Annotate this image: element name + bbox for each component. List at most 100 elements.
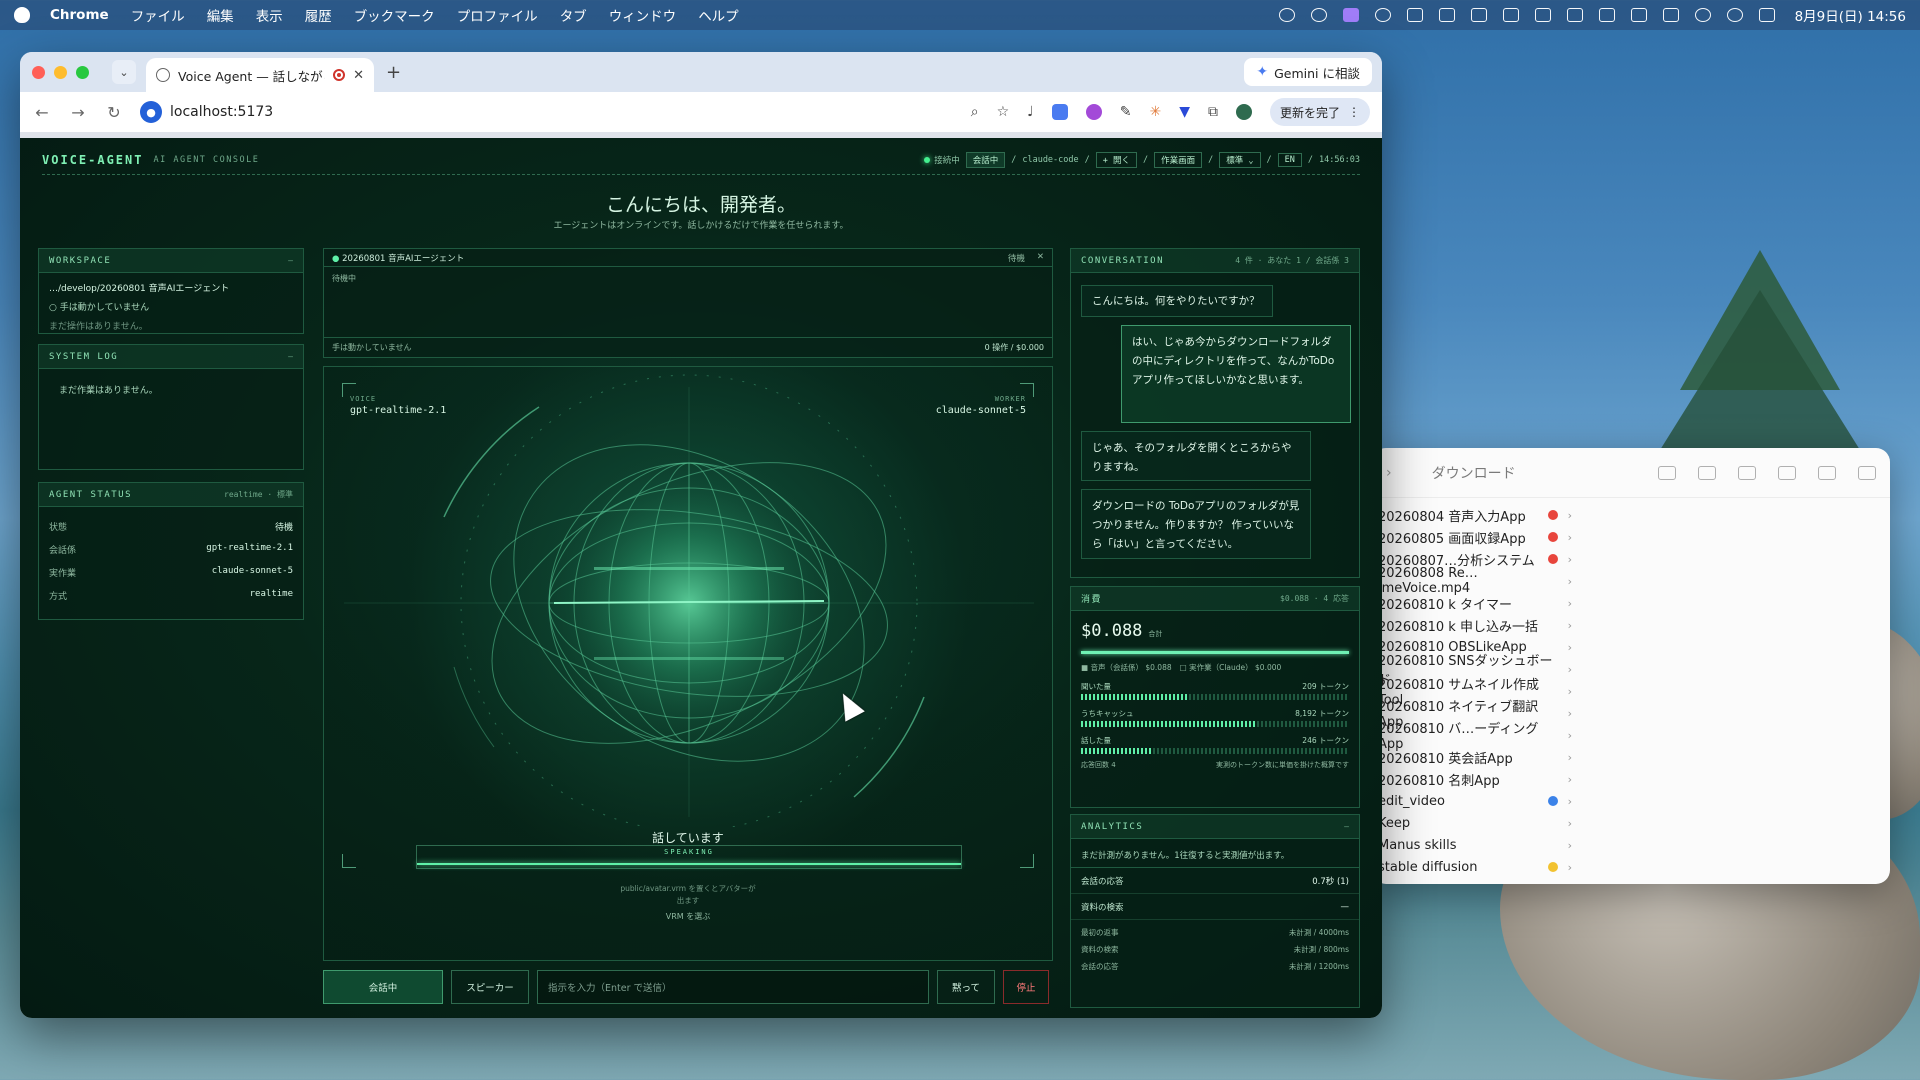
finder-item[interactable]: Keep › <box>1372 812 1572 834</box>
search-icon[interactable] <box>1726 8 1743 22</box>
back-icon[interactable]: ← <box>32 103 52 122</box>
battery-icon[interactable] <box>1662 8 1679 22</box>
display-icon[interactable] <box>1438 8 1455 22</box>
finder-item[interactable]: 20260808 Re…imeVoice.mp4 › <box>1372 566 1572 596</box>
close-window-button[interactable] <box>32 65 45 79</box>
wifi-icon[interactable] <box>1694 8 1711 22</box>
menu-app-name[interactable]: Chrome <box>50 7 109 23</box>
status-icon-2[interactable] <box>1310 8 1327 22</box>
minimize-window-button[interactable] <box>54 65 67 79</box>
cost-panel: 消費 $0.088 · 4 応答 $0.088 合計 ■ 音声（会話係） $0.08… <box>1070 586 1360 808</box>
v-extension-icon[interactable]: ▼ <box>1179 104 1190 120</box>
metric-value: 0.7秒 (1) <box>1312 876 1349 887</box>
analytics-row: 会話の応答 0.7秒 (1) <box>1071 868 1359 894</box>
instruction-input[interactable]: 指示を入力（Enter で送信） <box>537 970 929 1004</box>
finder-item-name: 20260810 k 申し込み一括 <box>1378 619 1538 635</box>
mic-extension-icon[interactable]: ♩ <box>1027 104 1034 120</box>
menu-clock[interactable]: 8月9日(日) 14:56 <box>1795 5 1906 25</box>
update-button[interactable]: 更新を完了 ⋮ <box>1269 98 1370 126</box>
status-bar: 接続中 会話中 / claude-code / + 開く / 作業画面 / 標準… <box>924 152 1360 168</box>
microphone-icon[interactable]: ● <box>140 101 162 123</box>
finder-item[interactable]: 20260810 バ…ーディングApp › <box>1372 722 1572 752</box>
close-icon[interactable]: ✕ <box>1037 252 1044 264</box>
forward-icon[interactable]: → <box>68 103 88 122</box>
window-icon[interactable] <box>1598 8 1615 22</box>
group-icon[interactable] <box>1698 465 1716 480</box>
menu-item-edit[interactable]: 編集 <box>207 5 234 25</box>
menu-item-window[interactable]: ウィンドウ <box>609 5 677 25</box>
finder-item[interactable]: edit_video › <box>1372 790 1572 812</box>
finder-item[interactable]: stable diffusion › <box>1372 856 1572 878</box>
app-clock: 14:56:03 <box>1319 155 1360 165</box>
legend-voice-cost: ■ 音声（会話係） $0.088 <box>1081 663 1172 672</box>
control-center-icon[interactable] <box>1758 8 1775 22</box>
stop-button[interactable]: 停止 <box>1003 970 1049 1004</box>
apple-icon[interactable] <box>14 7 30 23</box>
tab-search-icon[interactable]: ⌄ <box>112 60 136 84</box>
talk-button[interactable]: 会話中 <box>323 970 443 1004</box>
work-screen-button[interactable]: 作業画面 <box>1154 152 1203 168</box>
screen-record-icon[interactable] <box>1342 8 1359 22</box>
finder-item[interactable]: 20260810 k 申し込み一括 › <box>1372 614 1572 636</box>
kebab-menu-icon[interactable]: ⋮ <box>1348 105 1360 119</box>
menu-item-help[interactable]: ヘルプ <box>698 5 739 25</box>
language-toggle[interactable]: EN <box>1277 153 1302 167</box>
greeting-title: こんにちは、開発者。 <box>605 194 796 216</box>
bookmark-star-icon[interactable]: ☆ <box>997 104 1010 120</box>
collapse-icon[interactable]: – <box>288 352 293 361</box>
finder-item[interactable]: 20260810 k タイマー › <box>1372 592 1572 614</box>
menu-item-history[interactable]: 履歴 <box>305 5 332 25</box>
status-icon-1[interactable] <box>1278 8 1295 22</box>
zoom-window-button[interactable] <box>76 65 89 79</box>
brightness-icon[interactable] <box>1374 8 1391 22</box>
translate-extension-icon[interactable] <box>1051 104 1068 120</box>
url-text[interactable]: localhost:5173 <box>170 104 273 120</box>
search-icon[interactable] <box>1858 465 1876 480</box>
finder-item[interactable]: 20260810 名刺App › <box>1372 768 1572 790</box>
menu-item-bookmarks[interactable]: ブックマーク <box>354 5 435 25</box>
silence-button[interactable]: 黙って <box>937 970 995 1004</box>
forward-icon[interactable]: › <box>1386 465 1392 481</box>
open-button[interactable]: + 開く <box>1095 152 1138 168</box>
divider <box>42 174 1360 175</box>
reload-icon[interactable]: ↻ <box>104 103 124 122</box>
finder-item[interactable]: 20260804 音声入力App › <box>1372 504 1572 526</box>
agent-status-row: 方式 realtime <box>49 584 293 607</box>
puzzle-icon[interactable]: ⧉ <box>1208 104 1218 120</box>
share-icon[interactable] <box>1534 8 1551 22</box>
menu-item-file[interactable]: ファイル <box>131 5 185 25</box>
view-columns-icon[interactable] <box>1658 465 1676 480</box>
menu-item-profile[interactable]: プロファイル <box>457 5 538 25</box>
share-icon[interactable] <box>1738 465 1756 480</box>
cloud-icon[interactable] <box>1502 8 1519 22</box>
mode-select[interactable]: 標準 ⌄ <box>1219 152 1261 168</box>
choose-vrm-link[interactable]: VRM を選ぶ <box>324 911 1052 922</box>
finder-item[interactable]: 20260805 画面収録App › <box>1372 526 1572 548</box>
pen-extension-icon[interactable]: ✎ <box>1120 104 1132 120</box>
finder-item[interactable]: 20260810 英会話App › <box>1372 746 1572 768</box>
input-method-icon[interactable] <box>1630 8 1647 22</box>
menu-item-tab[interactable]: タブ <box>560 5 587 25</box>
screenshot-icon[interactable] <box>1406 8 1423 22</box>
claude-extension-icon[interactable]: ✳ <box>1149 104 1161 120</box>
bluetooth-icon[interactable] <box>1566 8 1583 22</box>
finder-toolbar: › ダウンロード <box>1372 448 1890 498</box>
tab-voice-agent[interactable]: Voice Agent — 話しながら ✕ <box>146 58 374 92</box>
close-tab-icon[interactable]: ✕ <box>353 68 364 83</box>
collapse-icon[interactable]: – <box>1344 822 1349 831</box>
workspace-path[interactable]: …/develop/20260801 音声AIエージェント <box>49 281 293 294</box>
speaker-button[interactable]: スピーカー <box>451 970 529 1004</box>
drive-icon[interactable] <box>1470 8 1487 22</box>
zoom-icon[interactable]: ⌕ <box>971 104 979 120</box>
tag-icon[interactable] <box>1778 465 1796 480</box>
cost-title: 消費 <box>1081 595 1103 605</box>
profile-avatar[interactable] <box>1235 104 1252 120</box>
more-icon[interactable] <box>1818 465 1836 480</box>
omnibox[interactable]: ● localhost:5173 <box>140 101 955 123</box>
extension-icon-purple[interactable] <box>1085 104 1102 120</box>
menu-item-view[interactable]: 表示 <box>256 5 283 25</box>
collapse-icon[interactable]: – <box>288 256 293 265</box>
new-tab-button[interactable]: + <box>386 62 401 83</box>
finder-item[interactable]: Manus skills › <box>1372 834 1572 856</box>
gemini-button[interactable]: ✦ Gemini に相談 <box>1244 58 1372 86</box>
